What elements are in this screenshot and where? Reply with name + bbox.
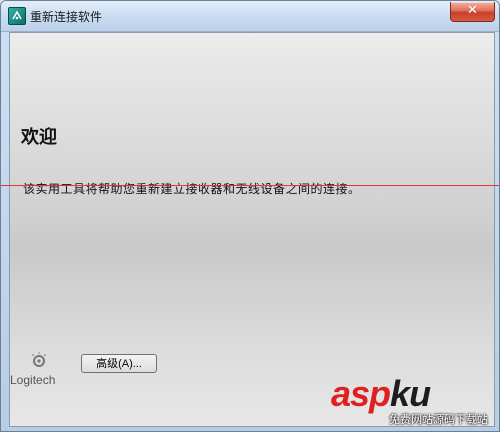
watermark-logo: aspku bbox=[331, 373, 431, 415]
logitech-logo: Logitech bbox=[10, 351, 70, 391]
advanced-button[interactable]: 高级(A)... bbox=[81, 354, 157, 373]
logo-text: Logitech bbox=[10, 373, 56, 387]
title-bar[interactable]: 重新连接软件 ✕ bbox=[1, 1, 499, 32]
app-icon bbox=[8, 7, 26, 25]
watermark-brand-red: asp bbox=[331, 373, 391, 414]
reconnect-window: 重新连接软件 ✕ 欢迎 该实用工具将帮助您重新建立接收器和无线设备之间的连接。 … bbox=[0, 0, 500, 432]
logitech-mark-icon bbox=[32, 352, 46, 367]
watermark-brand-dark: ku bbox=[390, 373, 431, 414]
red-divider-line bbox=[1, 185, 499, 186]
description-text: 该实用工具将帮助您重新建立接收器和无线设备之间的连接。 bbox=[23, 182, 361, 196]
close-icon: ✕ bbox=[467, 3, 478, 18]
page-title: 欢迎 bbox=[21, 127, 57, 148]
window-title: 重新连接软件 bbox=[30, 10, 103, 24]
watermark-subtext: 免费网站源码下载站 bbox=[389, 413, 488, 426]
close-button[interactable]: ✕ bbox=[450, 2, 495, 22]
